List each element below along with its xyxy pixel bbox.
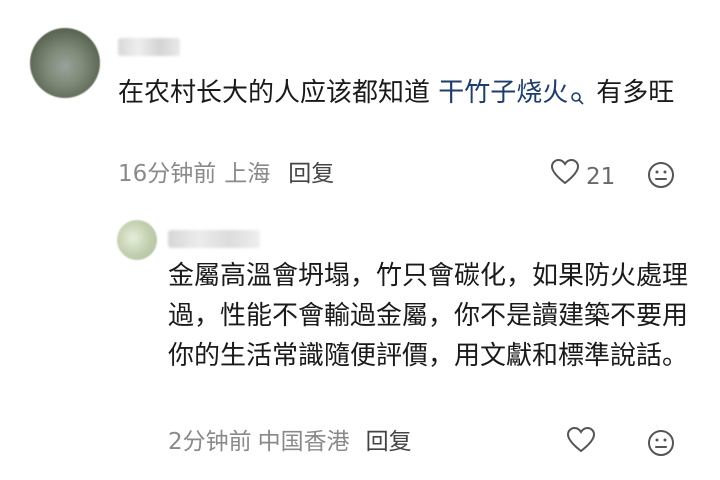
username-blurred[interactable]	[118, 38, 180, 56]
comment-text-part: 有多旺	[596, 78, 675, 108]
location: 上海	[224, 161, 271, 187]
neutral-face-icon[interactable]	[646, 160, 676, 194]
comment-text: 在农村长大的人应该都知道 干竹子烧火 有多旺	[118, 74, 678, 112]
comment-meta: 16分钟前 上海 回复	[118, 156, 334, 192]
avatar[interactable]	[117, 220, 157, 260]
comment-text-part: 在农村长大的人应该都知道	[118, 78, 439, 108]
heart-outline-icon[interactable]	[566, 426, 596, 458]
avatar[interactable]	[30, 28, 100, 98]
neutral-face-icon[interactable]	[646, 428, 676, 462]
timestamp: 16分钟前	[118, 161, 217, 187]
username-blurred[interactable]	[168, 230, 260, 248]
heart-outline-icon	[550, 158, 580, 195]
reply-text: 金屬高溫會坍塌，竹只會碳化，如果防火處理過，性能不會輸過金屬，你不是讀建築不要用…	[168, 261, 689, 371]
timestamp: 2分钟前	[168, 429, 252, 455]
search-link[interactable]: 干竹子烧火	[438, 78, 568, 108]
reply-meta: 2分钟前 中国香港 回复	[168, 424, 412, 460]
reply-button[interactable]: 回复	[366, 424, 412, 460]
reply-button[interactable]: 回复	[288, 156, 334, 192]
like-count: 21	[586, 163, 616, 190]
search-icon[interactable]	[570, 78, 584, 105]
like-button[interactable]: 21	[550, 158, 615, 195]
location: 中国香港	[257, 429, 350, 455]
